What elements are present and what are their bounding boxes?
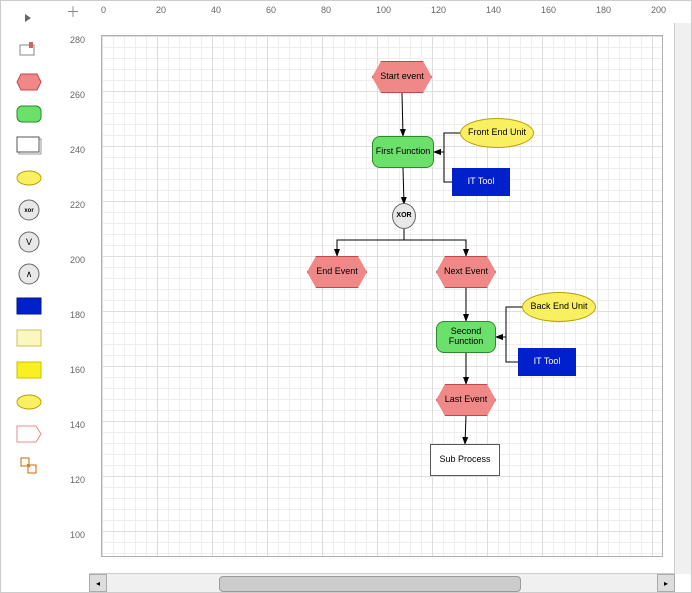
node-label: Second Function [436, 325, 496, 349]
ruler-tick: 100 [70, 530, 85, 540]
node-label: IT Tool [532, 355, 563, 369]
xor-connector[interactable]: XOR [392, 203, 416, 229]
node-label: Back End Unit [528, 300, 589, 314]
edge-last-sub[interactable] [465, 416, 466, 444]
ruler-tick: 60 [266, 5, 276, 15]
vertical-scrollbar[interactable] [674, 23, 691, 574]
diagram-editor: xorV∧ ＋ 020406080100120140160180200 2802… [0, 0, 692, 593]
svg-text:V: V [26, 237, 32, 247]
scroll-thumb[interactable] [219, 576, 521, 592]
svg-text:∧: ∧ [26, 269, 33, 279]
node-sub[interactable]: Sub Process [430, 444, 500, 476]
node-label: Last Event [443, 393, 490, 407]
node-end[interactable]: End Event [307, 256, 367, 288]
node-last[interactable]: Last Event [436, 384, 496, 416]
vertical-ruler: 280 260 240 220 200 180 160 140 120 100 [57, 23, 90, 574]
node-f2[interactable]: Second Function [436, 321, 496, 353]
function-shape-tool[interactable] [15, 103, 43, 125]
node-it2[interactable]: IT Tool [518, 348, 576, 376]
yellow-rect-tool-2[interactable] [15, 359, 43, 381]
or-connector-tool[interactable]: V [15, 231, 43, 253]
expand-icon[interactable] [15, 7, 43, 29]
node-label: Next Event [442, 265, 490, 279]
ruler-tick: 200 [651, 5, 666, 15]
scroll-right-arrow-icon[interactable]: ▸ [657, 574, 675, 592]
edge-it2-f2[interactable] [496, 337, 518, 362]
it-shape-tool[interactable] [15, 295, 43, 317]
shape-palette: xor V ∧ [1, 1, 57, 592]
ruler-tick: 280 [70, 35, 85, 45]
path-tool[interactable] [15, 423, 43, 445]
node-f1[interactable]: First Function [372, 136, 434, 168]
ruler-tick: 100 [376, 5, 391, 15]
edge-it1-f1[interactable] [434, 152, 452, 182]
node-it1[interactable]: IT Tool [452, 168, 510, 196]
node-label: IT Tool [466, 175, 497, 189]
edge-ou1-f1[interactable] [434, 133, 460, 152]
edge-xor-end[interactable] [337, 228, 404, 256]
ellipse-tool[interactable] [15, 391, 43, 413]
node-label: Start event [378, 70, 426, 84]
scroll-left-arrow-icon[interactable]: ◂ [89, 574, 107, 592]
node-label: Sub Process [437, 453, 492, 467]
ruler-tick: 160 [541, 5, 556, 15]
node-ou2[interactable]: Back End Unit [522, 292, 596, 322]
edge-xor-next[interactable] [404, 228, 466, 256]
horizontal-ruler: 0 20 40 60 80 100 120 140 160 180 200 [89, 1, 691, 24]
ruler-tick: 180 [596, 5, 611, 15]
node-next[interactable]: Next Event [436, 256, 496, 288]
edge-ou2-f2[interactable] [496, 307, 522, 337]
ruler-tick: 220 [70, 200, 85, 210]
node-label: Front End Unit [466, 126, 528, 140]
edge-f1-xor[interactable] [403, 168, 404, 204]
ruler-tick: 40 [211, 5, 221, 15]
canvas-viewport[interactable]: Start event First Function Front End Unit I… [89, 23, 691, 574]
diagram-canvas[interactable]: Start event First Function Front End Unit I… [101, 35, 663, 557]
svg-text:xor: xor [24, 208, 34, 214]
ruler-tick: 240 [70, 145, 85, 155]
ruler-tick: 200 [70, 255, 85, 265]
ruler-tick: 140 [486, 5, 501, 15]
ruler-tick: 20 [156, 5, 166, 15]
style-icon[interactable] [15, 39, 43, 61]
node-label: First Function [374, 145, 433, 159]
ruler-tick: 80 [321, 5, 331, 15]
link-tool[interactable] [15, 455, 43, 477]
scroll-track[interactable] [109, 576, 655, 590]
ruler-tick: 120 [70, 475, 85, 485]
ruler-tick: 160 [70, 365, 85, 375]
ruler-tick: 0 [101, 5, 106, 15]
horizontal-scrollbar[interactable]: ◂ ▸ [89, 573, 675, 592]
process-shape-tool[interactable] [15, 135, 43, 157]
node-start[interactable]: Start event [372, 61, 432, 93]
ruler-tick: 140 [70, 420, 85, 430]
node-ou1[interactable]: Front End Unit [460, 118, 534, 148]
xor-connector-tool[interactable]: xor [15, 199, 43, 221]
add-corner-icon[interactable]: ＋ [57, 1, 89, 23]
node-label: End Event [314, 265, 360, 279]
event-shape-tool[interactable] [15, 71, 43, 93]
ruler-tick: 180 [70, 310, 85, 320]
ruler-tick: 260 [70, 90, 85, 100]
node-xor[interactable]: XOR [392, 204, 416, 228]
yellow-rect-tool[interactable] [15, 327, 43, 349]
org-unit-tool[interactable] [15, 167, 43, 189]
and-connector-tool[interactable]: ∧ [15, 263, 43, 285]
edge-start-f1[interactable] [402, 93, 403, 136]
ruler-tick: 120 [431, 5, 446, 15]
